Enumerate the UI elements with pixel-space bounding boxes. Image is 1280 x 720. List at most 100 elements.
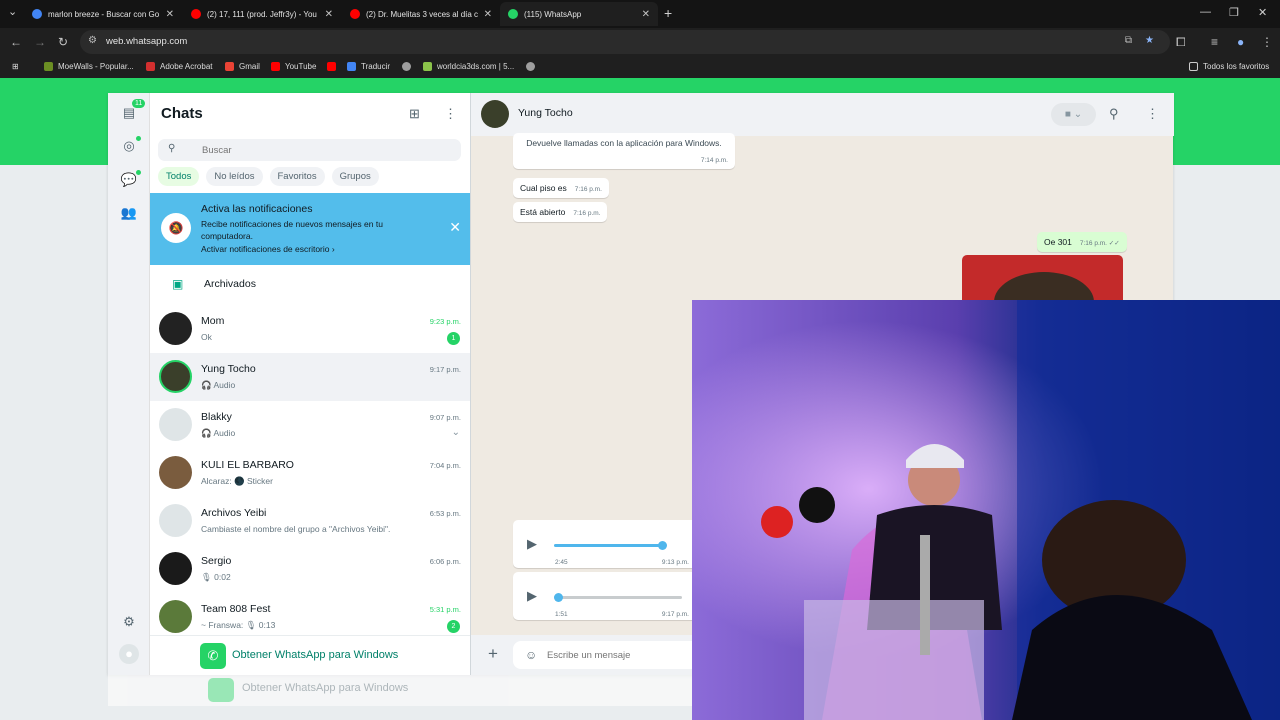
- restore-icon[interactable]: ❐: [1229, 6, 1239, 19]
- bookmark-globe[interactable]: [402, 62, 416, 71]
- search-box[interactable]: ⚲: [158, 139, 461, 161]
- apps-icon[interactable]: ⊞: [12, 62, 19, 71]
- chat-item-sergio[interactable]: Sergio 🎙 0:02 6:06 p.m.: [150, 545, 470, 593]
- tab-bar: ⌄ marlon breeze - Buscar con Go ✕ (2) 17…: [0, 0, 1280, 28]
- avatar: [159, 600, 192, 633]
- youtube-icon: [350, 9, 360, 19]
- site-info-icon[interactable]: ⚙: [88, 35, 97, 46]
- get-app-label: Obtener WhatsApp para Windows: [232, 649, 399, 661]
- archived-row[interactable]: ▣ Archivados: [150, 265, 470, 305]
- new-tab-icon[interactable]: +: [664, 5, 672, 21]
- page-title: Chats: [161, 105, 203, 122]
- channels-dot: [136, 170, 141, 175]
- globe-icon: [402, 62, 411, 71]
- profile-icon[interactable]: ●: [1237, 35, 1244, 49]
- ghost-get-app-banner: Obtener WhatsApp para Windows: [108, 675, 692, 706]
- audio-scrubber[interactable]: [658, 541, 667, 550]
- forward-icon[interactable]: →: [34, 35, 46, 49]
- filter-favorites[interactable]: Favoritos: [269, 167, 325, 186]
- tab-youtube-2[interactable]: (2) Dr. Muelitas 3 veces al día c ✕: [342, 2, 500, 26]
- menu-icon[interactable]: ⋮: [1146, 106, 1159, 122]
- chat-item-team-808[interactable]: Team 808 Fest ~ Franswa: 🎙 0:13 5:31 p.m…: [150, 593, 470, 641]
- avatar: [159, 360, 192, 393]
- reload-icon[interactable]: ↻: [58, 35, 68, 49]
- new-chat-icon[interactable]: ⊞: [409, 106, 420, 122]
- bell-off-icon: 🔕: [161, 213, 191, 243]
- bookmark-moewalls[interactable]: MoeWalls - Popular...: [44, 62, 134, 71]
- close-icon[interactable]: ✕: [166, 9, 174, 20]
- all-bookmarks[interactable]: Todos los favoritos: [1189, 62, 1269, 71]
- audio-progress[interactable]: [554, 596, 682, 599]
- window-close-icon[interactable]: ✕: [1258, 6, 1267, 19]
- get-app-banner[interactable]: ✆ Obtener WhatsApp para Windows: [150, 635, 470, 675]
- folder-icon: [1189, 62, 1198, 71]
- audio-message[interactable]: ▶ 1:51 9:17 p.m.: [513, 572, 699, 620]
- image-message[interactable]: [962, 255, 1123, 301]
- google-icon: [32, 9, 42, 19]
- menu-icon[interactable]: ⋮: [1261, 35, 1273, 49]
- play-icon[interactable]: ▶: [527, 588, 537, 604]
- bookmark-translate[interactable]: Traducir: [347, 62, 390, 71]
- contact-name[interactable]: Yung Tocho: [518, 107, 573, 119]
- chat-item-mom[interactable]: Mom Ok 9:23 p.m. 1: [150, 305, 470, 353]
- close-icon[interactable]: ✕: [642, 9, 650, 20]
- menu-icon[interactable]: ⋮: [444, 106, 457, 122]
- search-input[interactable]: [202, 142, 442, 158]
- tab-google[interactable]: marlon breeze - Buscar con Go ✕: [24, 2, 182, 26]
- status-dot: [136, 136, 141, 141]
- close-icon[interactable]: ✕: [449, 219, 461, 236]
- audio-progress[interactable]: [554, 544, 662, 547]
- video-call-icon[interactable]: ■ ⌄: [1051, 103, 1096, 126]
- avatar: [159, 552, 192, 585]
- acrobat-icon: [146, 62, 155, 71]
- filter-groups[interactable]: Grupos: [331, 167, 379, 186]
- bookmark-youtube[interactable]: YouTube: [271, 62, 316, 71]
- whatsapp-icon: [208, 678, 234, 702]
- bookmark-star-icon[interactable]: ★: [1145, 35, 1154, 46]
- emoji-icon[interactable]: ☺: [525, 648, 537, 662]
- settings-icon[interactable]: ⚙: [119, 612, 139, 632]
- profile-avatar[interactable]: ●: [119, 644, 139, 664]
- audio-message[interactable]: ▶ 2:45 9:13 p.m.: [513, 520, 699, 568]
- chevron-down-icon[interactable]: ⌄: [452, 427, 460, 438]
- search-icon[interactable]: ⚲: [1109, 106, 1119, 122]
- filter-all[interactable]: Todos: [158, 167, 200, 186]
- attach-icon[interactable]: +: [488, 644, 498, 664]
- bookmark-worldcia[interactable]: worldcia3ds.com | 5...: [423, 62, 514, 71]
- translate-icon: [347, 62, 356, 71]
- address-bar[interactable]: ⚙ web.whatsapp.com ⧉ ★: [80, 30, 1170, 54]
- back-icon[interactable]: ←: [10, 35, 22, 49]
- play-icon[interactable]: ▶: [527, 536, 537, 552]
- whatsapp-icon: ✆: [200, 643, 226, 669]
- notification-banner[interactable]: 🔕 Activa las notificaciones Recibe notif…: [150, 193, 470, 265]
- tab-search-icon[interactable]: ⌄: [8, 5, 17, 18]
- chat-item-yung-tocho[interactable]: Yung Tocho 🎧 Audio 9:17 p.m.: [150, 353, 470, 401]
- conversation-header[interactable]: Yung Tocho ■ ⌄ ⚲ ⋮: [471, 93, 1174, 136]
- chat-list-header: Chats ⊞ ⋮: [150, 93, 470, 138]
- unread-badge: 2: [447, 620, 460, 633]
- communities-icon[interactable]: 👥: [119, 203, 139, 223]
- contact-avatar[interactable]: [481, 100, 509, 128]
- minimize-icon[interactable]: —: [1200, 6, 1211, 18]
- filter-unread[interactable]: No leídos: [206, 167, 263, 186]
- media-icon[interactable]: ≡: [1211, 35, 1218, 49]
- extensions-icon[interactable]: ⧠: [1176, 35, 1186, 50]
- bookmark-acrobat[interactable]: Adobe Acrobat: [146, 62, 212, 71]
- chat-item-kuli[interactable]: KULI EL BARBARO Alcaraz: 🌑 Sticker 7:04 …: [150, 449, 470, 497]
- close-icon[interactable]: ✕: [325, 9, 333, 20]
- audio-scrubber[interactable]: [554, 593, 563, 602]
- close-icon[interactable]: ✕: [484, 9, 492, 20]
- bookmark-gmail[interactable]: Gmail: [225, 62, 260, 71]
- tab-youtube-1[interactable]: (2) 17, 111 (prod. Jeffr3y) - You ✕: [183, 2, 341, 26]
- enable-notifications-link[interactable]: Activar notificaciones de escritorio ›: [201, 244, 335, 254]
- bookmark-globe-2[interactable]: [526, 62, 540, 71]
- archive-icon: ▣: [172, 277, 184, 291]
- chats-badge: 11: [132, 99, 146, 108]
- bookmark-youtube-2[interactable]: [327, 62, 341, 71]
- video-overlay[interactable]: [692, 300, 1280, 720]
- install-app-icon[interactable]: ⧉: [1125, 35, 1132, 46]
- message-bubble-outgoing: Oe 301 7:16 p.m. ✓✓: [1037, 232, 1127, 252]
- chat-item-archivos-yeibi[interactable]: Archivos Yeibi Cambiaste el nombre del g…: [150, 497, 470, 545]
- tab-whatsapp[interactable]: (115) WhatsApp ✕: [500, 2, 658, 26]
- chat-item-blakky[interactable]: Blakky 🎧 Audio 9:07 p.m. ⌄: [150, 401, 470, 449]
